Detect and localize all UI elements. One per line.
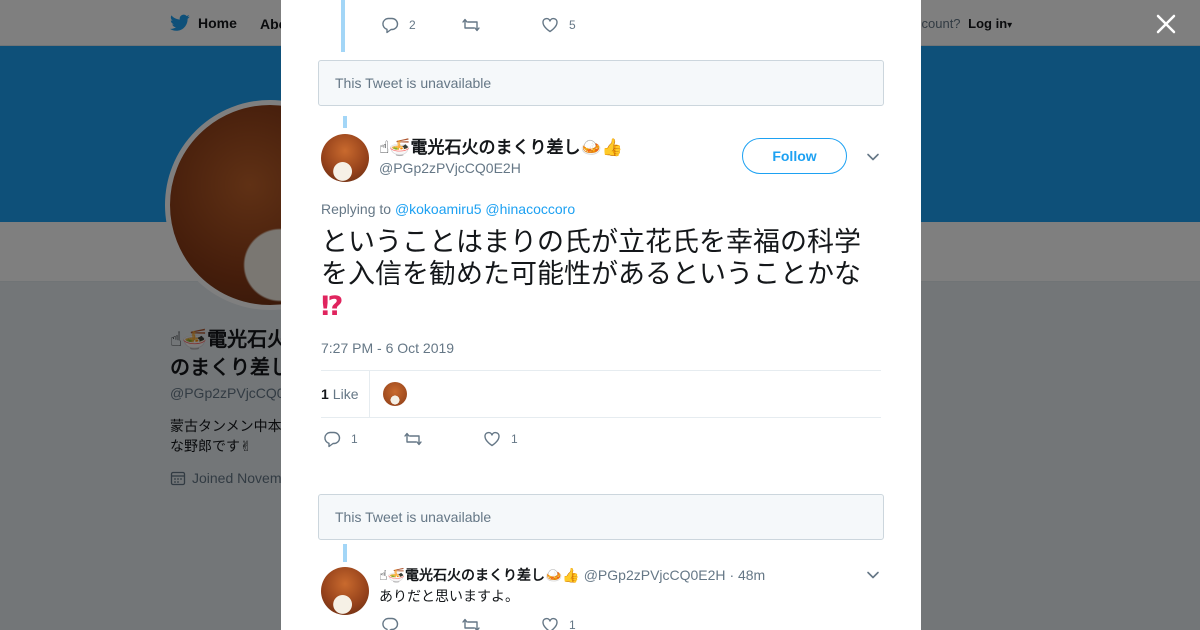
likes-label: Like	[332, 386, 359, 402]
reply-icon	[382, 617, 399, 630]
replying-to: Replying to @kokoamiru5 @hinacoccoro	[321, 201, 575, 217]
reply-author-name[interactable]: ☝🍜電光石火のまくり差し🍛👍	[379, 567, 580, 583]
unavailable-tweet-notice: This Tweet is unavailable	[318, 60, 884, 106]
unavailable-tweet-notice: This Tweet is unavailable	[318, 494, 884, 540]
like-count: 1	[511, 432, 518, 446]
interrobang-emoji: ⁉	[321, 291, 344, 321]
thread-line	[343, 544, 347, 562]
chevron-down-icon[interactable]	[866, 150, 880, 164]
heart-icon	[542, 617, 558, 630]
follow-button[interactable]: Follow	[742, 138, 847, 174]
author-name[interactable]: ☝🍜電光石火のまくり差し🍛👍	[379, 133, 623, 158]
reply-icon	[324, 431, 341, 448]
reply-count: 2	[409, 18, 416, 32]
top-tweet-actions: 2 5	[381, 16, 576, 34]
close-icon[interactable]	[1152, 10, 1180, 38]
retweet-button[interactable]	[461, 616, 541, 630]
like-count: 5	[569, 18, 576, 32]
reply-tweet-text: ありだと思いますよ。	[379, 588, 519, 604]
reply-icon	[382, 17, 399, 34]
heart-icon	[542, 17, 558, 33]
divider	[369, 371, 370, 417]
chevron-down-icon[interactable]	[866, 568, 880, 582]
retweet-button[interactable]	[461, 16, 541, 34]
tweet-body: ということはまりの氏が立花氏を幸福の科学を入信を勧めた可能性があるということかな	[321, 227, 861, 289]
reply-author-line: ☝🍜電光石火のまくり差し🍛👍 @PGp2zPVjcCQ0E2H · 48m	[379, 565, 765, 585]
mention-link[interactable]: @hinacoccoro	[485, 201, 575, 217]
like-button[interactable]: 5	[541, 16, 576, 34]
reply-time[interactable]: · 48m	[729, 567, 765, 583]
like-button[interactable]: 1	[541, 616, 576, 630]
reply-count: 1	[351, 432, 358, 446]
likes-summary: 1 Like	[321, 370, 881, 418]
likes-number: 1	[321, 386, 329, 402]
mention-link[interactable]: @kokoamiru5	[395, 201, 482, 217]
like-count: 1	[569, 618, 576, 630]
tweet-text: ということはまりの氏が立花氏を幸福の科学を入信を勧めた可能性があるということかな…	[321, 226, 881, 322]
author-handle[interactable]: @PGp2zPVjcCQ0E2H	[379, 160, 521, 176]
heart-icon	[484, 431, 500, 447]
retweet-icon	[462, 618, 480, 630]
liker-avatar[interactable]	[383, 382, 407, 406]
retweet-button[interactable]	[403, 430, 483, 448]
retweet-icon	[462, 18, 480, 32]
reply-button[interactable]: 2	[381, 16, 461, 34]
replying-label: Replying to	[321, 201, 392, 217]
main-tweet-actions: 1 1	[323, 430, 518, 448]
likes-link[interactable]: 1 Like	[321, 386, 358, 402]
tweet-timestamp[interactable]: 7:27 PM - 6 Oct 2019	[321, 340, 454, 356]
author-avatar[interactable]	[321, 134, 369, 182]
thread-line	[343, 116, 347, 128]
reply-tweet-actions: 1	[381, 616, 576, 630]
tweet-permalink-modal: 2 5 This Tweet is unavailable ☝🍜電光石火のまくり…	[281, 0, 921, 630]
reply-author-avatar[interactable]	[321, 567, 369, 615]
reply-button[interactable]	[381, 616, 461, 630]
retweet-icon	[404, 432, 422, 446]
like-button[interactable]: 1	[483, 430, 518, 448]
reply-button[interactable]: 1	[323, 430, 403, 448]
thread-line	[341, 0, 345, 52]
reply-author-handle[interactable]: @PGp2zPVjcCQ0E2H	[584, 567, 726, 583]
